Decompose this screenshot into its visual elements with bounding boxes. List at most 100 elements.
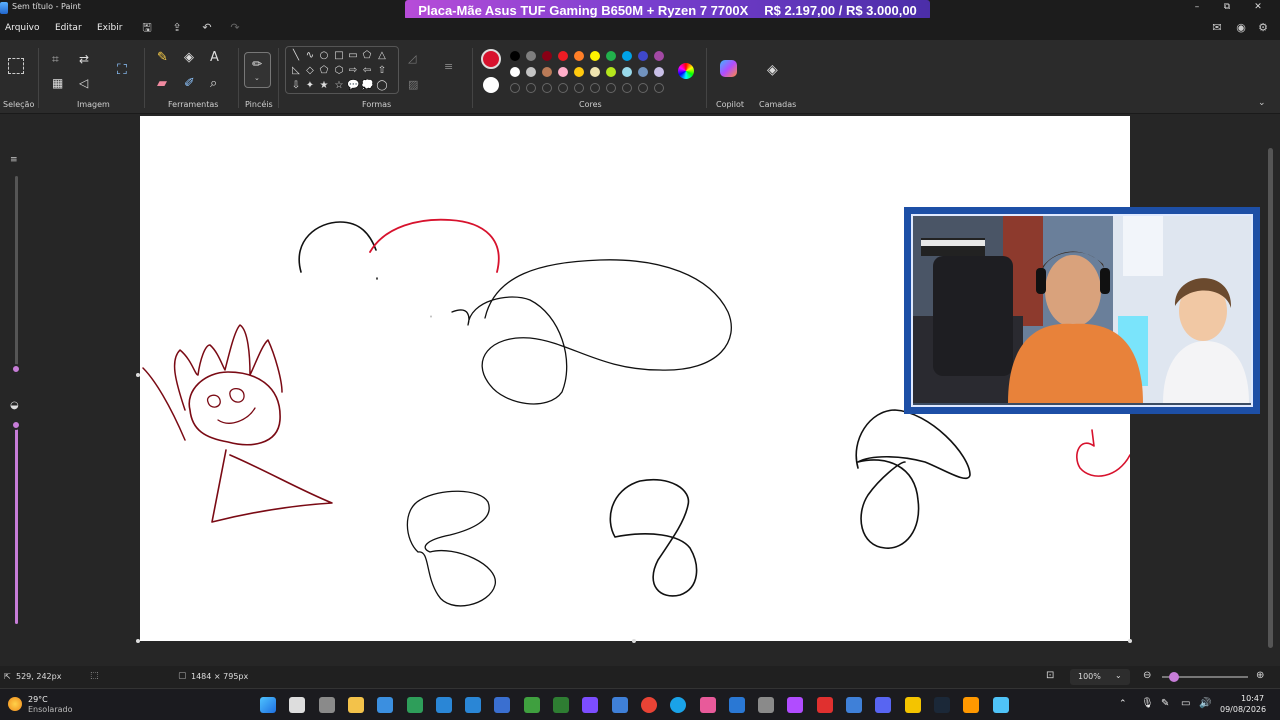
weather-condition[interactable]: Ensolarado <box>28 705 72 714</box>
color-swatch[interactable] <box>654 67 664 77</box>
discord-icon[interactable] <box>875 697 892 713</box>
share-icon[interactable]: ⇪ <box>170 21 184 35</box>
brush-selector[interactable]: ✏ ⌄ <box>244 52 271 88</box>
close-button[interactable]: ✕ <box>1243 0 1273 14</box>
shape-callout-cloud-icon[interactable]: ◯ <box>376 80 388 91</box>
color-swatch[interactable] <box>526 67 536 77</box>
shape-arrow-left-icon[interactable]: ⇦ <box>361 65 373 76</box>
weather-temp[interactable]: 29°C <box>28 695 48 704</box>
color-swatch[interactable] <box>542 67 552 77</box>
color-swatch[interactable] <box>606 67 616 77</box>
shape-size-icon[interactable]: ≡ <box>444 60 462 78</box>
shape-arrow-right-icon[interactable]: ⇨ <box>347 65 359 76</box>
shape-rounded-rect-icon[interactable]: ▭ <box>347 50 359 61</box>
chrome-icon[interactable] <box>640 697 657 713</box>
norton-icon[interactable] <box>904 697 921 713</box>
clock-time[interactable]: 10:47 <box>1241 694 1264 703</box>
zoom-slider-thumb[interactable] <box>1169 672 1179 682</box>
magnifier-icon[interactable]: ⌕ <box>210 76 228 94</box>
opacity-slider-track[interactable] <box>15 426 18 624</box>
paint-icon[interactable] <box>992 697 1009 713</box>
steam-icon[interactable] <box>933 697 950 713</box>
opacity-slider-thumb[interactable] <box>11 420 21 430</box>
color-swatch[interactable] <box>622 67 632 77</box>
shape-star4-icon[interactable]: ✦ <box>304 80 316 91</box>
custom-color-slot[interactable] <box>558 83 568 93</box>
volume-icon[interactable]: 🔊 <box>1199 698 1211 709</box>
canvas-resize-handle[interactable] <box>136 373 140 377</box>
shape-callout-oval-icon[interactable]: 💭 <box>361 80 373 91</box>
custom-color-slot[interactable] <box>590 83 600 93</box>
obsidian-icon[interactable] <box>582 697 599 713</box>
pencil-icon[interactable]: ✎ <box>157 50 175 68</box>
settings-gear-icon[interactable]: ⚙ <box>1256 21 1270 35</box>
start-icon[interactable] <box>260 697 276 713</box>
custom-color-slot[interactable] <box>654 83 664 93</box>
feedback-icon[interactable]: ✉ <box>1210 21 1224 35</box>
copilot-icon[interactable] <box>787 697 804 713</box>
shape-polygon-icon[interactable]: ⬠ <box>361 50 373 61</box>
weather-sun-icon[interactable] <box>8 697 22 711</box>
tray-overflow-icon[interactable]: ⌃ <box>1119 699 1127 709</box>
primary-color-swatch[interactable] <box>481 49 501 69</box>
custom-color-slot[interactable] <box>542 83 552 93</box>
vscode-insiders-icon[interactable] <box>435 697 452 713</box>
pen-icon[interactable]: ✎ <box>1161 698 1169 709</box>
color-swatch[interactable] <box>606 51 616 61</box>
color-picker-icon[interactable]: ✐ <box>184 76 202 94</box>
shape-diamond-icon[interactable]: ◇ <box>304 65 316 76</box>
custom-color-slot[interactable] <box>510 83 520 93</box>
color-swatch[interactable] <box>590 67 600 77</box>
osu-icon[interactable] <box>699 697 716 713</box>
edit-colors-icon[interactable] <box>678 63 694 79</box>
size-slider-thumb[interactable] <box>11 364 21 374</box>
layers-icon[interactable]: ◈ <box>767 62 785 80</box>
vertical-scrollbar[interactable] <box>1268 148 1273 648</box>
canvas-resize-handle[interactable] <box>632 639 636 643</box>
color-swatch[interactable] <box>542 51 552 61</box>
shape-star6-icon[interactable]: ☆ <box>333 80 345 91</box>
secondary-color-swatch[interactable] <box>483 77 499 93</box>
copilot-icon[interactable] <box>720 60 737 77</box>
task-view-icon[interactable] <box>318 697 335 713</box>
zoom-select[interactable]: 100% ⌄ <box>1070 669 1130 685</box>
color-swatch[interactable] <box>558 51 568 61</box>
fill-bucket-icon[interactable]: ◈ <box>184 50 202 68</box>
shape-triangle-icon[interactable]: △ <box>376 50 388 61</box>
shape-hexagon-icon[interactable]: ⬡ <box>333 65 345 76</box>
color-swatch[interactable] <box>574 51 584 61</box>
zoom-in-icon[interactable]: ⊕ <box>1256 670 1264 681</box>
minecraft-icon[interactable] <box>523 697 540 713</box>
crop-icon[interactable]: ⌗ <box>52 52 70 70</box>
custom-color-slot[interactable] <box>526 83 536 93</box>
outlook-icon[interactable] <box>728 697 745 713</box>
color-swatch[interactable] <box>526 51 536 61</box>
undo-icon[interactable]: ↶ <box>200 21 214 35</box>
menu-arquivo[interactable]: Arquivo <box>5 23 39 33</box>
color-swatch[interactable] <box>510 51 520 61</box>
shape-oval-icon[interactable]: ○ <box>318 50 330 61</box>
shape-curve-icon[interactable]: ∿ <box>304 50 316 61</box>
save-icon[interactable]: 🖫 <box>140 21 154 35</box>
sublime-icon[interactable] <box>963 697 980 713</box>
canvas-resize-handle[interactable] <box>136 639 140 643</box>
azure-data-icon[interactable] <box>494 697 511 713</box>
image-grid-icon[interactable]: ▦ <box>52 76 70 94</box>
vscode-icon[interactable] <box>465 697 482 713</box>
fit-to-window-icon[interactable]: ⊡ <box>1046 670 1054 681</box>
image-background-icon[interactable]: ⛶ <box>117 62 135 80</box>
xbox-icon[interactable] <box>553 697 569 713</box>
menu-editar[interactable]: Editar <box>55 23 82 33</box>
shapes-gallery[interactable]: ╲ ∿ ○ □ ▭ ⬠ △ ◺ ◇ ⬠ ⬡ ⇨ ⇦ ⇧ ⇩ ✦ ★ ☆ 💬 💭 … <box>285 46 399 94</box>
files-icon[interactable] <box>611 697 628 713</box>
canvas-resize-handle[interactable] <box>1128 639 1132 643</box>
shape-star5-icon[interactable]: ★ <box>318 80 330 91</box>
display-icon[interactable]: ▭ <box>1181 698 1190 709</box>
opera-icon[interactable] <box>816 697 833 713</box>
settings-icon[interactable] <box>758 697 775 713</box>
redo-icon[interactable]: ↷ <box>228 21 242 35</box>
color-swatch[interactable] <box>558 67 568 77</box>
fill-icon[interactable]: ▨ <box>408 78 426 96</box>
text-tool-icon[interactable]: A <box>210 50 228 68</box>
shape-pentagon-icon[interactable]: ⬠ <box>318 65 330 76</box>
